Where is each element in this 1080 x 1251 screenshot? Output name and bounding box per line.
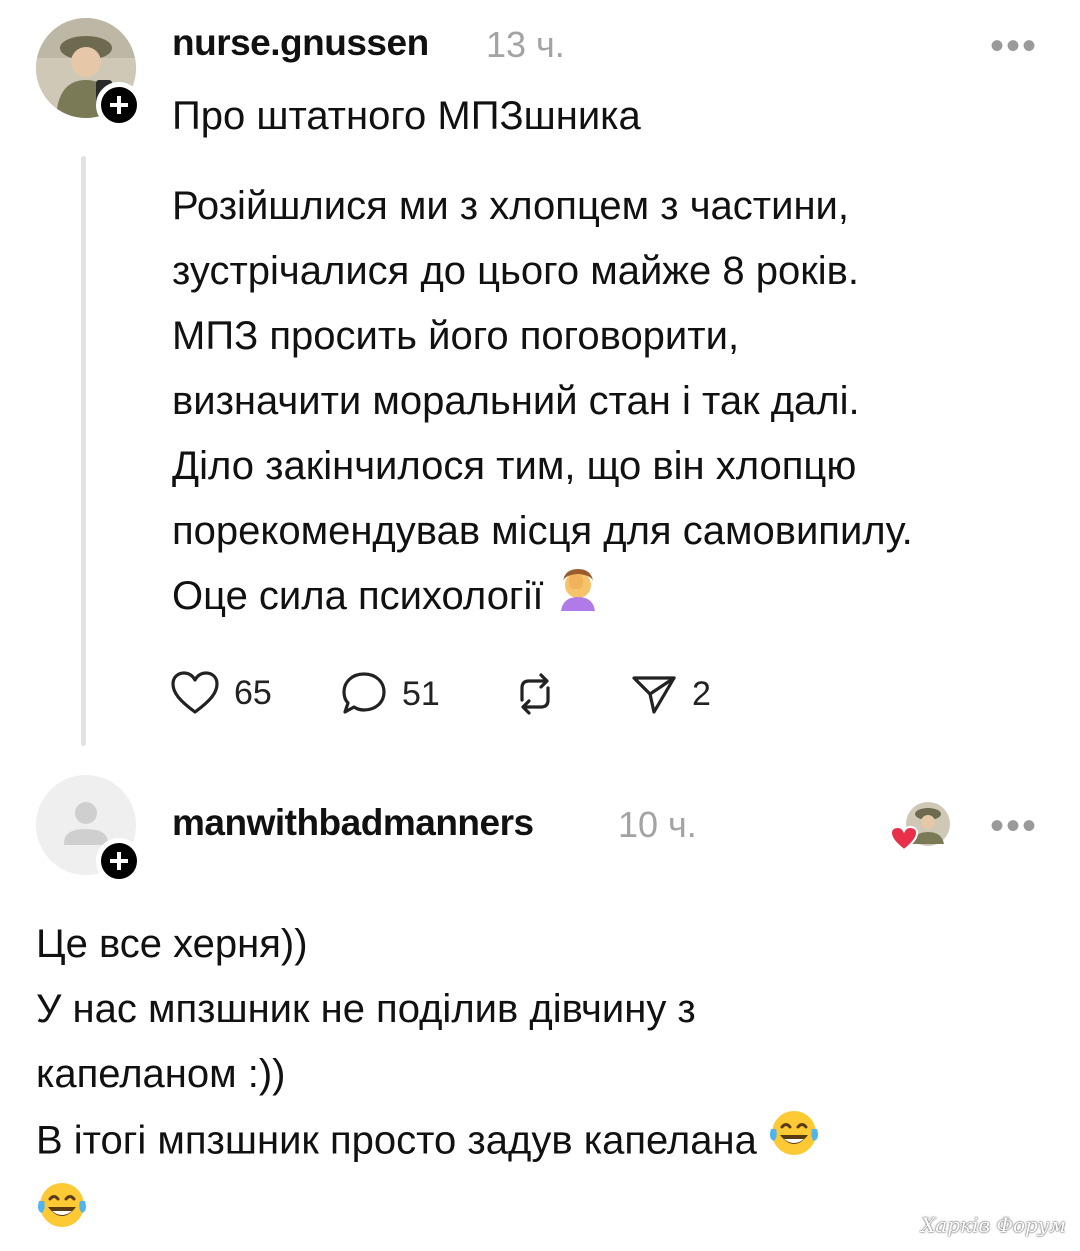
watermark: Харків Форум bbox=[921, 1213, 1066, 1237]
liked-by-author-indicator bbox=[889, 800, 954, 854]
post-username[interactable]: nurse.gnussen bbox=[172, 22, 429, 64]
reply-line: капеланом :)) bbox=[36, 1052, 286, 1096]
post-body: Розійшлися ми з хлопцем з частини, зустр… bbox=[172, 174, 913, 631]
reply-line: Це все херня)) bbox=[36, 922, 308, 966]
paper-plane-icon bbox=[632, 676, 676, 714]
facepalm-emoji bbox=[555, 565, 601, 631]
heart-badge-icon bbox=[889, 825, 919, 852]
reply-username[interactable]: manwithbadmanners bbox=[172, 802, 534, 844]
liked-by-avatar bbox=[889, 802, 950, 852]
post-line-text: Оце сила психології bbox=[172, 574, 544, 618]
reply-emoji-line bbox=[36, 1179, 820, 1251]
post-line: Діло закінчилося тим, що він хлопцю bbox=[172, 444, 857, 488]
share-count: 2 bbox=[692, 674, 711, 713]
share-button[interactable]: 2 bbox=[630, 670, 711, 718]
tears-of-joy-emoji bbox=[36, 1179, 88, 1251]
post-title: Про штатного МПЗшника bbox=[172, 94, 641, 138]
reply-more-button[interactable]: ••• bbox=[990, 806, 1038, 846]
thread-line bbox=[81, 156, 86, 746]
post-line-last: Оце сила психології bbox=[172, 564, 913, 631]
like-button[interactable]: 65 bbox=[170, 670, 272, 716]
post-more-button[interactable]: ••• bbox=[990, 26, 1038, 66]
post-line: Розійшлися ми з хлопцем з частини, bbox=[172, 184, 850, 228]
reply-line: У нас мпзшник не поділив дівчину з bbox=[36, 987, 696, 1031]
post-line: визначити моральний стан і так далі. bbox=[172, 379, 860, 423]
post-line: зустрічалися до цього майже 8 років. bbox=[172, 249, 860, 293]
repost-button[interactable] bbox=[510, 670, 560, 718]
heart-outline-icon bbox=[171, 671, 219, 714]
follow-plus-button[interactable] bbox=[96, 838, 142, 884]
reply-line-text: В ітогі мпзшник просто задув капелана bbox=[36, 1118, 757, 1163]
comment-button[interactable]: 51 bbox=[340, 670, 440, 718]
reply-line-with-emoji: В ітогі мпзшник просто задув капелана bbox=[36, 1107, 820, 1179]
post-line: МПЗ просить його поговорити, bbox=[172, 314, 740, 358]
reply-body: Це все херня)) У нас мпзшник не поділив … bbox=[36, 912, 820, 1251]
post-line: порекомендував місця для самовипилу. bbox=[172, 509, 913, 553]
speech-bubble-icon bbox=[342, 672, 386, 714]
like-count: 65 bbox=[234, 673, 272, 712]
repost-arrows-icon bbox=[520, 673, 550, 715]
comment-count: 51 bbox=[402, 674, 440, 713]
reply-time: 10 ч. bbox=[618, 804, 697, 845]
post-time: 13 ч. bbox=[486, 24, 565, 65]
tears-of-joy-emoji bbox=[768, 1107, 820, 1179]
follow-plus-button[interactable] bbox=[96, 82, 142, 128]
